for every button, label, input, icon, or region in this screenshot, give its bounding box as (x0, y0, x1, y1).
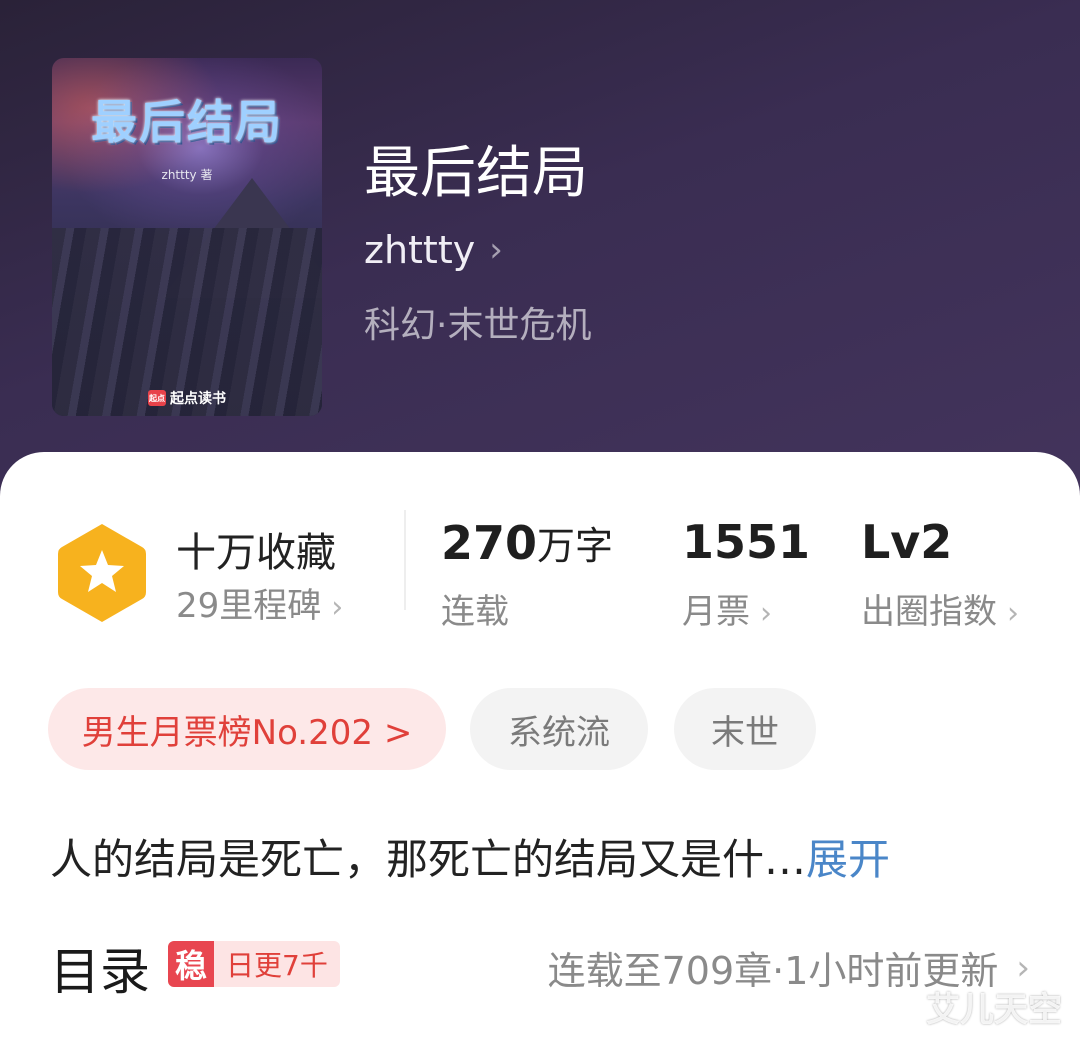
word-count: 270万字 (441, 515, 613, 570)
cover-title: 最后结局 (91, 95, 283, 149)
stable-icon: 稳 (168, 941, 214, 987)
author-link[interactable]: zhttty › (364, 228, 503, 272)
cover-author: zhttty 著 (161, 168, 213, 182)
stats-divider (404, 510, 406, 610)
synopsis-text: 人的结局是死亡，那死亡的结局又是什… (50, 835, 807, 884)
chevron-right-icon: › (331, 590, 344, 625)
star-badge-icon[interactable] (54, 520, 150, 626)
book-genre: 科幻·末世危机 (364, 305, 592, 346)
expand-link[interactable]: 展开 (806, 835, 890, 884)
chevron-right-icon: › (760, 596, 772, 631)
toc-title[interactable]: 目录 (50, 932, 150, 1004)
collection-count[interactable]: 十万收藏 (176, 520, 336, 578)
popularity-index-label: 出圈指数 (861, 592, 997, 632)
milestone-label: 29里程碑 (176, 586, 322, 626)
cover-publisher: 起点 起点读书 (148, 388, 226, 408)
popularity-index-link[interactable]: 出圈指数 › (861, 584, 1019, 633)
popularity-level: Lv2 (861, 515, 953, 569)
tag-apocalypse[interactable]: 末世 (674, 688, 816, 770)
synopsis: 人的结局是死亡，那死亡的结局又是什…展开 (50, 826, 890, 887)
chevron-right-icon: › (489, 230, 503, 270)
publisher-logo-icon: 起点 (148, 390, 166, 406)
serial-status: 连载 (441, 592, 509, 632)
update-badge: 稳 日更7千 (168, 941, 340, 987)
book-cover[interactable]: 最后结局 zhttty 著 起点 起点读书 (52, 58, 322, 416)
author-name: zhttty (364, 228, 476, 272)
monthly-votes-link[interactable]: 月票 › (682, 584, 772, 633)
chevron-right-icon: › (1007, 596, 1019, 631)
milestone-link[interactable]: 29里程碑 › (176, 578, 343, 627)
monthly-votes-label: 月票 (682, 592, 750, 632)
tag-system[interactable]: 系统流 (470, 688, 648, 770)
book-title: 最后结局 (364, 141, 588, 206)
watermark: 艾儿天空 (926, 990, 1062, 1030)
daily-update-label: 日更7千 (214, 941, 340, 987)
word-count-unit: 万字 (537, 524, 614, 568)
publisher-name: 起点读书 (170, 391, 226, 407)
word-count-number: 270 (441, 516, 538, 570)
monthly-votes-number: 1551 (682, 515, 811, 569)
rank-tag[interactable]: 男生月票榜No.202 > (48, 688, 446, 770)
